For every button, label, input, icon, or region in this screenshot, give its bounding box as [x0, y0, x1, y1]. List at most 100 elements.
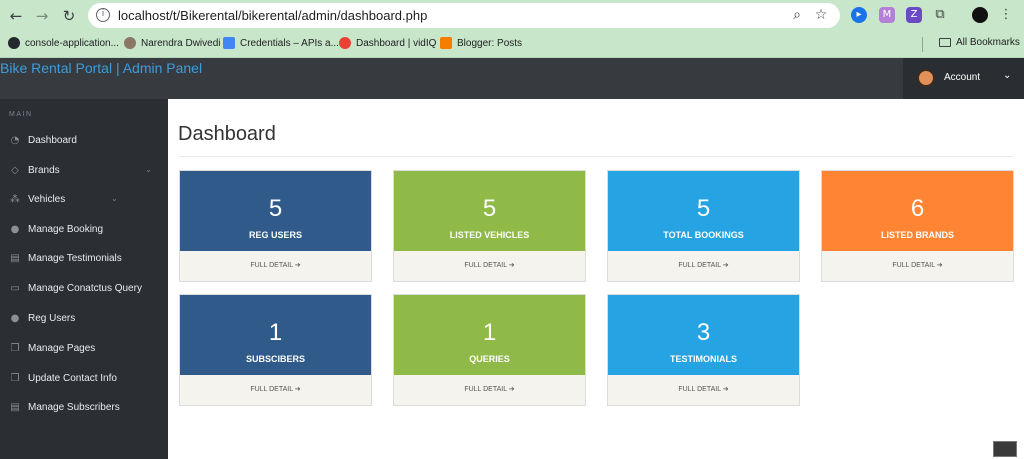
url-text[interactable]: localhost/t/Bikerental/bikerental/admin/… — [118, 8, 427, 23]
users-icon: ● — [10, 224, 20, 235]
files-icon: ❐ — [10, 343, 20, 354]
sidebar-item-manage-pages[interactable]: ❐ Manage Pages — [0, 337, 168, 361]
stat-value: 1 — [268, 319, 283, 346]
arrow-right-icon: ➔ — [508, 261, 515, 269]
card-header: 6 LISTED BRANDS — [822, 171, 1013, 251]
browser-toolbar: ← → ↻ i localhost/t/Bikerental/bikerenta… — [0, 0, 1024, 31]
stat-value: 6 — [910, 195, 925, 222]
bookmark-item[interactable]: console-application... — [8, 37, 119, 49]
stat-label: TESTIMONIALS — [670, 354, 737, 364]
brands-icon: ◇ — [11, 165, 19, 176]
stat-card-total-bookings: 5 TOTAL BOOKINGS FULL DETAIL ➔ — [607, 170, 800, 282]
arrow-right-icon: ➔ — [508, 385, 515, 393]
card-header: 1 SUBSCIBERS — [180, 295, 371, 375]
sidebar: MAIN ◔ Dashboard ◇ Brands ⌄ ⁂ Vehicles ⌄… — [0, 99, 168, 459]
star-icon[interactable]: ☆ — [812, 6, 830, 24]
stat-card-listed-brands: 6 LISTED BRANDS FULL DETAIL ➔ — [821, 170, 1014, 282]
sidebar-item-vehicles[interactable]: ⁂ Vehicles ⌄ — [0, 188, 168, 212]
arrow-right-icon: ➔ — [722, 385, 729, 393]
chevron-down-icon: ⌄ — [1003, 70, 1012, 81]
sidebar-item-manage-testimonials[interactable]: ▤ Manage Testimonials — [0, 247, 168, 271]
bookmark-item[interactable]: Blogger: Posts — [440, 37, 522, 49]
account-label: Account — [944, 72, 981, 83]
stat-label: REG USERS — [248, 230, 302, 240]
page-title: Dashboard — [178, 123, 276, 145]
folder-icon — [939, 38, 951, 47]
card-header: 5 TOTAL BOOKINGS — [608, 171, 799, 251]
extension-icon[interactable]: ▸ — [851, 7, 867, 23]
stat-value: 5 — [482, 195, 497, 222]
stat-card-listed-vehicles: 5 LISTED VEHICLES FULL DETAIL ➔ — [393, 170, 586, 282]
arrow-right-icon: ➔ — [294, 385, 301, 393]
account-menu[interactable]: Account ⌄ — [903, 58, 1024, 99]
stat-label: SUBSCIBERS — [245, 354, 305, 364]
address-bar[interactable]: i localhost/t/Bikerental/bikerental/admi… — [88, 3, 840, 28]
google-icon — [339, 37, 351, 49]
sidebar-item-manage-contactus-query[interactable]: ▭ Manage Conatctus Query — [0, 277, 168, 301]
card-header: 5 REG USERS — [180, 171, 371, 251]
brand-title[interactable]: Bike Rental Portal | Admin Panel — [0, 60, 202, 76]
sidebar-item-update-contact-info[interactable]: ❐ Update Contact Info — [0, 367, 168, 391]
sidebar-item-dashboard[interactable]: ◔ Dashboard — [0, 129, 168, 153]
sidebar-item-reg-users[interactable]: ● Reg Users — [0, 307, 168, 331]
users-icon: ● — [10, 313, 20, 324]
avatar — [917, 69, 935, 87]
sidebar-item-manage-subscribers[interactable]: ▤ Manage Subscribers — [0, 396, 168, 420]
corner-watermark — [993, 441, 1017, 457]
profile-icon — [124, 37, 136, 49]
arrow-right-icon: ➔ — [294, 261, 301, 269]
chevron-down-icon: ⌄ — [145, 165, 152, 174]
full-detail-link[interactable]: FULL DETAIL ➔ — [822, 261, 1013, 269]
full-detail-link[interactable]: FULL DETAIL ➔ — [608, 261, 799, 269]
stat-card-queries: 1 QUERIES FULL DETAIL ➔ — [393, 294, 586, 406]
stat-value: 5 — [696, 195, 711, 222]
back-icon[interactable]: ← — [6, 6, 26, 26]
stat-value: 3 — [696, 319, 711, 346]
stat-label: TOTAL BOOKINGS — [663, 230, 744, 240]
extension-icon[interactable]: M — [879, 7, 895, 23]
stat-label: LISTED BRANDS — [880, 230, 954, 240]
site-info-icon[interactable]: i — [96, 8, 110, 22]
dashboard-icon: ◔ — [10, 135, 20, 146]
full-detail-link[interactable]: FULL DETAIL ➔ — [608, 385, 799, 393]
all-bookmarks-button[interactable]: All Bookmarks — [939, 37, 1020, 48]
arrow-right-icon: ➔ — [722, 261, 729, 269]
stat-value: 5 — [268, 195, 283, 222]
bookmark-item[interactable]: Narendra Dwivedi — [124, 37, 220, 49]
extension-icon[interactable]: Z — [906, 7, 922, 23]
bookmarks-divider — [922, 37, 923, 52]
vehicles-icon: ⁂ — [10, 194, 20, 205]
card-header: 5 LISTED VEHICLES — [394, 171, 585, 251]
bookmark-item[interactable]: Credentials – APIs a... — [223, 37, 339, 49]
blogger-icon — [440, 37, 452, 49]
table-icon: ▤ — [10, 402, 20, 413]
reload-icon[interactable]: ↻ — [59, 6, 79, 26]
arrow-right-icon: ➔ — [936, 261, 943, 269]
title-divider — [178, 156, 1014, 157]
sidebar-item-brands[interactable]: ◇ Brands ⌄ — [0, 159, 168, 183]
files-icon: ❐ — [10, 373, 20, 384]
full-detail-link[interactable]: FULL DETAIL ➔ — [394, 261, 585, 269]
stat-label: QUERIES — [469, 354, 510, 364]
bookmarks-bar: console-application... Narendra Dwivedi … — [0, 31, 1024, 58]
zoom-icon[interactable]: ⌕ — [788, 6, 806, 24]
stat-card-subscribers: 1 SUBSCIBERS FULL DETAIL ➔ — [179, 294, 372, 406]
stat-card-testimonials: 3 TESTIMONIALS FULL DETAIL ➔ — [607, 294, 800, 406]
sidebar-section-label: MAIN — [9, 111, 33, 118]
profile-avatar-icon[interactable] — [972, 7, 988, 23]
table-icon: ▤ — [10, 253, 20, 264]
stat-label: LISTED VEHICLES — [449, 230, 530, 240]
desktop-icon: ▭ — [10, 283, 20, 294]
sidebar-item-manage-booking[interactable]: ● Manage Booking — [0, 218, 168, 242]
bookmark-item[interactable]: Dashboard | vidIQ — [339, 37, 436, 49]
full-detail-link[interactable]: FULL DETAIL ➔ — [394, 385, 585, 393]
stat-value: 1 — [482, 319, 497, 346]
full-detail-link[interactable]: FULL DETAIL ➔ — [180, 385, 371, 393]
puzzle-icon[interactable]: ⧉ — [932, 7, 948, 23]
full-detail-link[interactable]: FULL DETAIL ➔ — [180, 261, 371, 269]
menu-dots-icon[interactable]: ⋮ — [998, 7, 1014, 23]
app-header: Bike Rental Portal | Admin Panel Account… — [0, 58, 1024, 99]
card-header: 3 TESTIMONIALS — [608, 295, 799, 375]
github-icon — [8, 37, 20, 49]
forward-icon[interactable]: → — [32, 6, 52, 26]
